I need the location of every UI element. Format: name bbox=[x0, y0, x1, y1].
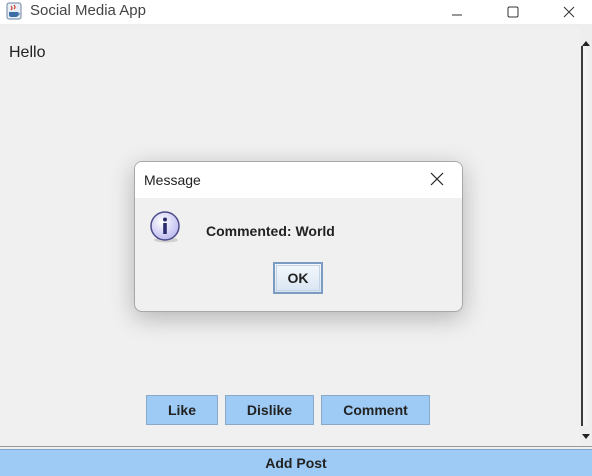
ok-label: OK bbox=[287, 270, 309, 286]
like-button[interactable]: Like bbox=[146, 395, 218, 425]
info-icon bbox=[148, 210, 182, 244]
window-titlebar[interactable]: Social Media App bbox=[0, 0, 592, 24]
dislike-button[interactable]: Dislike bbox=[225, 395, 314, 425]
dialog-title: Message bbox=[144, 172, 201, 188]
comment-button[interactable]: Comment bbox=[321, 395, 430, 425]
minimize-button[interactable] bbox=[434, 0, 480, 24]
app-window: Social Media App Hello Like Dislike Comm… bbox=[0, 0, 592, 476]
arrow-up-icon bbox=[581, 32, 591, 51]
dialog-message: Commented: World bbox=[206, 223, 335, 239]
close-icon bbox=[430, 171, 444, 190]
arrow-down-icon bbox=[581, 426, 591, 445]
dialog-titlebar[interactable]: Message bbox=[135, 162, 462, 198]
close-icon bbox=[563, 3, 575, 22]
scrollbar-track[interactable] bbox=[581, 46, 587, 426]
scroll-down-button[interactable] bbox=[580, 428, 592, 442]
close-button[interactable] bbox=[546, 0, 592, 24]
window-title: Social Media App bbox=[30, 2, 146, 19]
ok-button[interactable]: OK bbox=[273, 262, 323, 294]
scroll-up-button[interactable] bbox=[580, 34, 592, 48]
dialog-close-button[interactable] bbox=[427, 170, 447, 190]
add-post-button[interactable]: Add Post bbox=[0, 449, 592, 476]
message-dialog: Message Commented: World OK bbox=[134, 161, 463, 312]
maximize-button[interactable] bbox=[490, 0, 536, 24]
java-cup-icon bbox=[6, 2, 22, 20]
maximize-icon bbox=[507, 3, 519, 22]
minimize-icon bbox=[451, 3, 463, 22]
divider bbox=[0, 446, 592, 447]
post-text: Hello bbox=[9, 44, 46, 61]
